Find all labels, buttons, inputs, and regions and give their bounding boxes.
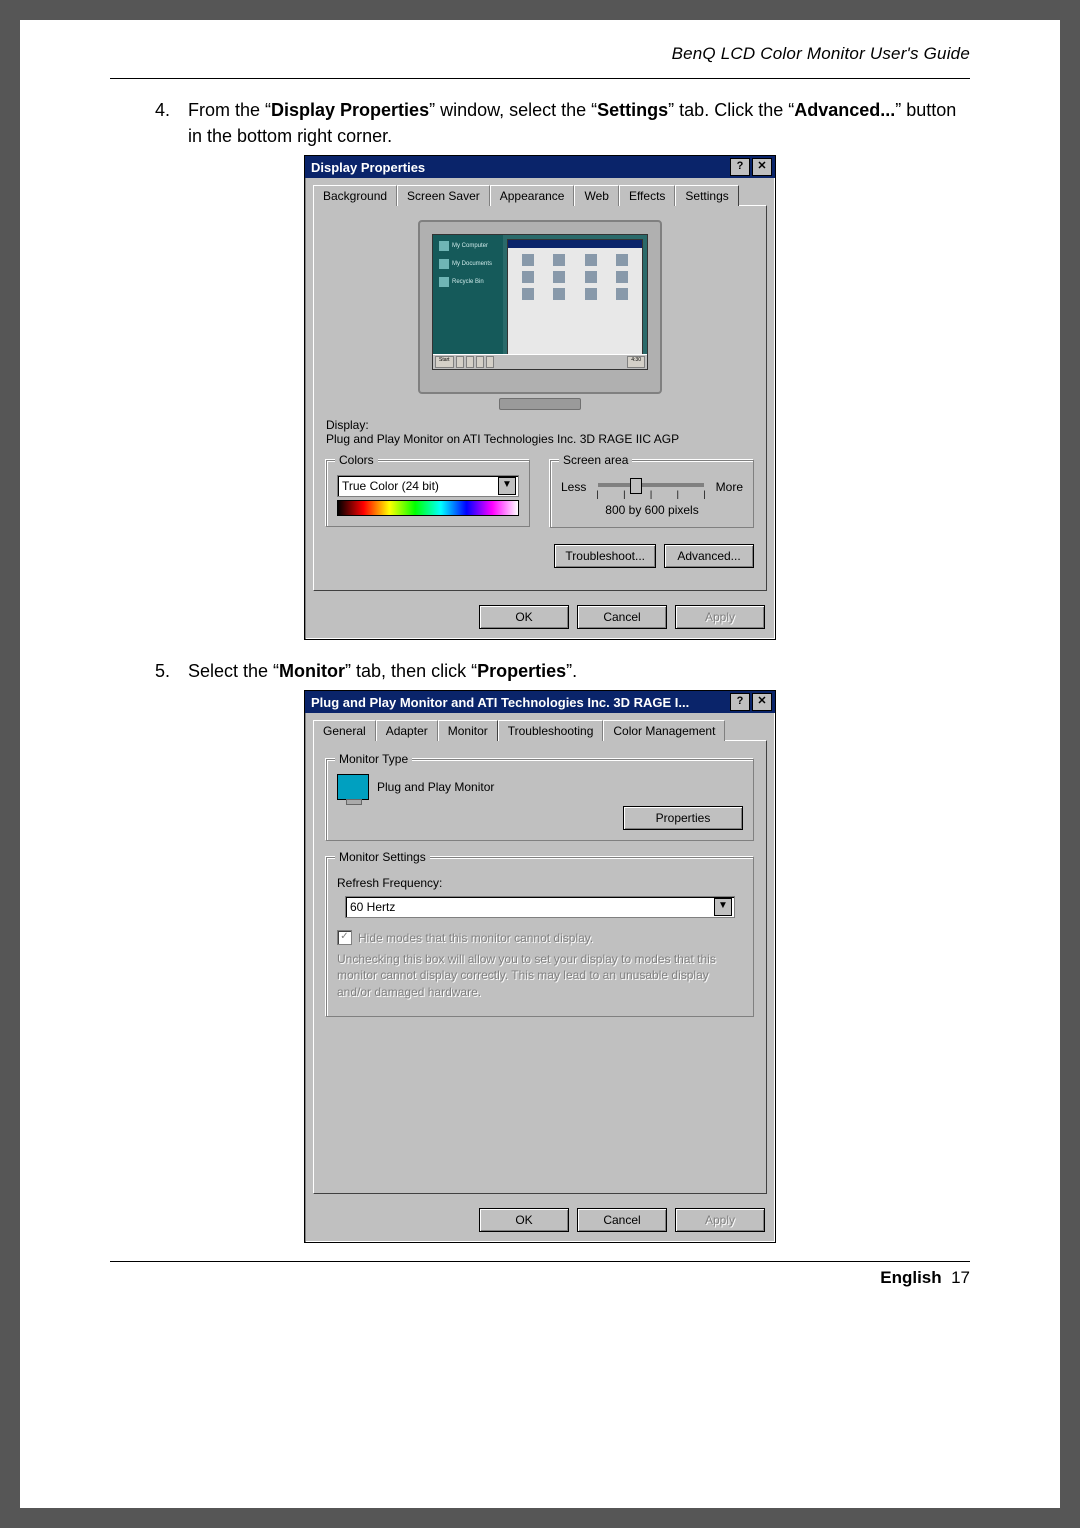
- dialog-title: Display Properties: [311, 160, 425, 175]
- color-gradient-preview: [337, 500, 519, 516]
- tab-strip: General Adapter Monitor Troubleshooting …: [305, 713, 775, 740]
- chevron-down-icon[interactable]: ▼: [714, 898, 732, 916]
- dialog-buttons: OK Cancel Apply: [305, 1202, 775, 1242]
- colors-value: True Color (24 bit): [342, 479, 439, 493]
- advanced-button[interactable]: Advanced...: [664, 544, 754, 568]
- tab-adapter[interactable]: Adapter: [376, 720, 438, 741]
- properties-button[interactable]: Properties: [623, 806, 743, 830]
- troubleshoot-button[interactable]: Troubleshoot...: [554, 544, 656, 568]
- tab-background[interactable]: Background: [313, 185, 397, 206]
- less-label: Less: [561, 480, 586, 494]
- close-icon[interactable]: ✕: [752, 158, 772, 176]
- document-page: BenQ LCD Color Monitor User's Guide 4. F…: [20, 20, 1060, 1508]
- display-label: Display:: [326, 418, 754, 432]
- refresh-select[interactable]: 60 Hertz ▼: [345, 896, 735, 918]
- tab-web[interactable]: Web: [574, 185, 618, 206]
- ok-button[interactable]: OK: [479, 605, 569, 629]
- monitor-icon: [337, 774, 369, 800]
- monitor-type-legend: Monitor Type: [335, 752, 412, 766]
- settings-panel: My Computer My Documents Recycle Bin: [313, 205, 767, 591]
- resolution-value: 800 by 600 pixels: [561, 503, 743, 517]
- monitor-preview: My Computer My Documents Recycle Bin: [418, 220, 662, 394]
- tab-appearance[interactable]: Appearance: [490, 185, 575, 206]
- tab-effects[interactable]: Effects: [619, 185, 675, 206]
- hide-modes-label: Hide modes that this monitor cannot disp…: [358, 931, 593, 945]
- apply-button[interactable]: Apply: [675, 605, 765, 629]
- monitor-settings-legend: Monitor Settings: [335, 850, 430, 864]
- close-icon[interactable]: ✕: [752, 693, 772, 711]
- tab-troubleshooting[interactable]: Troubleshooting: [498, 720, 604, 741]
- step-4: 4. From the “Display Properties” window,…: [110, 97, 970, 149]
- tab-general[interactable]: General: [313, 720, 376, 741]
- colors-legend: Colors: [335, 453, 378, 467]
- hide-modes-checkbox: ✓: [337, 930, 352, 945]
- header-rule: [110, 78, 970, 79]
- tab-screen-saver[interactable]: Screen Saver: [397, 185, 490, 206]
- ok-button[interactable]: OK: [479, 1208, 569, 1232]
- monitor-settings-group: Monitor Settings Refresh Frequency: 60 H…: [326, 857, 754, 1017]
- step-5: 5. Select the “Monitor” tab, then click …: [110, 658, 970, 684]
- dialog-title: Plug and Play Monitor and ATI Technologi…: [311, 695, 689, 710]
- more-label: More: [716, 480, 743, 494]
- titlebar[interactable]: Plug and Play Monitor and ATI Technologi…: [305, 691, 775, 713]
- tab-settings[interactable]: Settings: [675, 185, 738, 206]
- monitor-panel: Monitor Type Plug and Play Monitor Prope…: [313, 740, 767, 1194]
- chevron-down-icon[interactable]: ▼: [498, 477, 516, 495]
- tab-monitor[interactable]: Monitor: [438, 720, 498, 741]
- footer-rule: [110, 1261, 970, 1262]
- colors-group: Colors True Color (24 bit) ▼: [326, 460, 530, 527]
- refresh-value: 60 Hertz: [350, 900, 395, 914]
- help-icon[interactable]: ?: [730, 693, 750, 711]
- refresh-label: Refresh Frequency:: [337, 876, 743, 890]
- display-properties-dialog: Display Properties ? ✕ Background Screen…: [304, 155, 776, 640]
- step-text: From the “Display Properties” window, se…: [188, 97, 970, 149]
- help-icon[interactable]: ?: [730, 158, 750, 176]
- tab-strip: Background Screen Saver Appearance Web E…: [305, 178, 775, 205]
- tab-color-management[interactable]: Color Management: [603, 720, 725, 741]
- cancel-button[interactable]: Cancel: [577, 605, 667, 629]
- colors-select[interactable]: True Color (24 bit) ▼: [337, 475, 519, 497]
- monitor-properties-dialog: Plug and Play Monitor and ATI Technologi…: [304, 690, 776, 1243]
- resolution-slider[interactable]: [598, 483, 703, 487]
- hide-modes-row: ✓ Hide modes that this monitor cannot di…: [337, 930, 743, 945]
- hide-modes-desc: Unchecking this box will allow you to se…: [337, 951, 743, 1000]
- screen-area-legend: Screen area: [559, 453, 632, 467]
- apply-button[interactable]: Apply: [675, 1208, 765, 1232]
- titlebar[interactable]: Display Properties ? ✕: [305, 156, 775, 178]
- display-value: Plug and Play Monitor on ATI Technologie…: [326, 432, 754, 446]
- monitor-type-group: Monitor Type Plug and Play Monitor Prope…: [326, 759, 754, 841]
- dialog-buttons: OK Cancel Apply: [305, 599, 775, 639]
- step-text: Select the “Monitor” tab, then click “Pr…: [188, 658, 970, 684]
- page-footer: English 17: [110, 1268, 970, 1288]
- cancel-button[interactable]: Cancel: [577, 1208, 667, 1232]
- step-number: 5.: [110, 658, 188, 684]
- page-header-text: BenQ LCD Color Monitor User's Guide: [110, 44, 970, 64]
- monitor-name: Plug and Play Monitor: [377, 780, 494, 794]
- step-number: 4.: [110, 97, 188, 149]
- screen-area-group: Screen area Less ||||| More 800 by 600 p…: [550, 460, 754, 528]
